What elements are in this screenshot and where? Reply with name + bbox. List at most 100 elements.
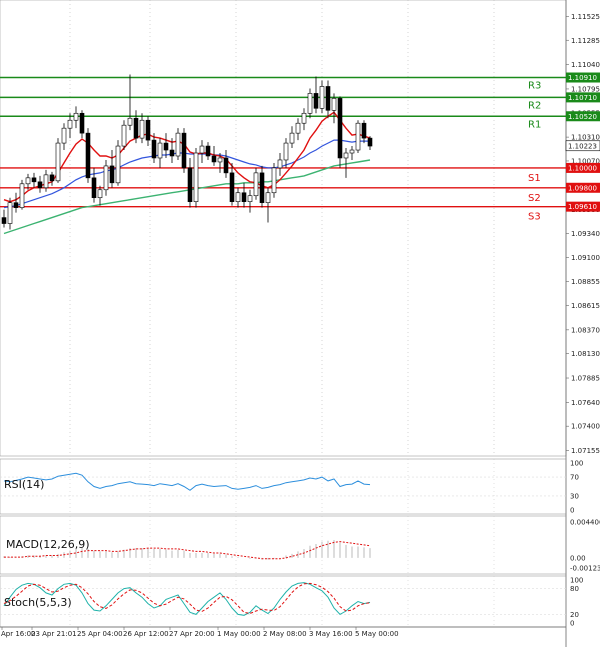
candle-body: [199, 145, 205, 154]
time-tick-label: 26 Apr 12:00: [123, 630, 169, 638]
candle-body: [187, 167, 193, 202]
candle-body: [55, 142, 61, 182]
level-price-label: 1.10520: [568, 113, 597, 121]
candle-body: [109, 165, 115, 184]
candle-body: [127, 117, 133, 126]
macd-axis-label: 0.004406: [570, 519, 600, 527]
rsi-title: RSI(14): [4, 478, 44, 491]
candle-body: [7, 202, 13, 224]
time-tick-label: 23 Apr 21:01: [31, 630, 77, 638]
level-name-label: S2: [528, 193, 541, 204]
level-name-label: S1: [528, 173, 541, 184]
candle-body: [133, 117, 139, 139]
candle-body: [181, 132, 187, 169]
level-name-label: R3: [528, 81, 541, 92]
candle-body: [331, 98, 337, 111]
price-tick-label: 1.11040: [571, 61, 600, 69]
price-tick-label: 1.07155: [571, 447, 600, 455]
candle-body: [43, 174, 49, 189]
price-tick-label: 1.11285: [571, 37, 600, 45]
candle-body: [97, 189, 103, 199]
candle-body: [91, 177, 97, 199]
candle-body: [121, 124, 127, 147]
candle-body: [169, 149, 175, 157]
time-tick-label: 5 May 00:00: [355, 630, 399, 638]
candle-body: [211, 155, 217, 163]
candle-body: [193, 152, 199, 202]
candle-body: [301, 112, 307, 124]
candle-body: [1, 217, 7, 224]
level-name-label: R2: [528, 100, 541, 111]
candle-body: [157, 142, 163, 159]
candle-body: [67, 119, 73, 129]
level-price-label: 1.10910: [568, 74, 597, 82]
rsi-axis-label: 30: [570, 492, 579, 500]
candle-body: [145, 119, 151, 141]
candle-body: [139, 119, 145, 139]
candle-body: [277, 159, 283, 169]
candle-body: [241, 192, 247, 202]
rsi-axis-label: 0: [570, 507, 574, 515]
candle-body: [319, 86, 325, 109]
level-price-label: 1.10710: [568, 94, 597, 102]
candle-body: [37, 181, 43, 189]
candle-body: [265, 192, 271, 203]
candle-body: [163, 142, 169, 151]
stoch-axis-label: 80: [570, 585, 579, 593]
candle-body: [31, 177, 37, 183]
level-price-label: 1.10000: [568, 164, 597, 172]
candle-body: [49, 174, 55, 182]
candle-body: [325, 86, 331, 111]
stoch-title: Stoch(5,5,3): [4, 596, 72, 609]
candle-body: [205, 145, 211, 157]
chart-window: 1.115251.112851.110401.107951.105551.103…: [0, 0, 600, 647]
price-tick-label: 1.10795: [571, 85, 600, 93]
level-name-label: S3: [528, 212, 541, 223]
candle-body: [367, 137, 373, 147]
price-tick-label: 1.08855: [571, 278, 600, 286]
candle-body: [295, 122, 301, 134]
level-price-label: 1.09610: [568, 203, 597, 211]
time-tick-label: 1 May 00:00: [217, 630, 261, 638]
candle-body: [259, 172, 265, 203]
stoch-axis-label: 20: [570, 611, 579, 619]
candle-body: [337, 98, 343, 159]
current-price-label: 1.10223: [568, 142, 597, 150]
rsi-axis-label: 70: [570, 474, 579, 482]
candle-body: [151, 139, 157, 159]
price-tick-label: 1.07885: [571, 375, 600, 383]
price-tick-label: 1.09340: [571, 230, 600, 238]
macd-axis-label: -0.001237: [570, 565, 600, 573]
candle-body: [79, 112, 85, 134]
candle-body: [361, 122, 367, 139]
candle-body: [73, 112, 79, 121]
candle-body: [223, 157, 229, 174]
time-tick-label: 25 Apr 04:00: [77, 630, 123, 638]
candle-body: [283, 142, 289, 161]
candle-body: [247, 195, 253, 202]
candle-body: [103, 165, 109, 191]
candle-body: [229, 172, 235, 202]
candle-body: [217, 157, 223, 163]
trading-chart: 1.115251.112851.110401.107951.105551.103…: [0, 0, 600, 647]
candle-body: [343, 152, 349, 159]
time-tick-label: 27 Apr 20:00: [169, 630, 215, 638]
candle-body: [61, 127, 67, 144]
time-tick-label: 2 May 08:00: [263, 630, 307, 638]
candle-body: [271, 167, 277, 194]
price-tick-label: 1.08130: [571, 350, 600, 358]
price-tick-label: 1.10310: [571, 134, 600, 142]
level-name-label: R1: [528, 119, 541, 130]
stoch-axis-label: 100: [570, 577, 583, 585]
candle-body: [115, 145, 121, 184]
candle-body: [85, 132, 91, 179]
candle-body: [253, 172, 259, 197]
price-tick-label: 1.08615: [571, 302, 600, 310]
level-price-label: 1.09800: [568, 184, 597, 192]
candle-body: [25, 177, 31, 185]
candle-body: [313, 93, 319, 109]
price-tick-label: 1.08370: [571, 326, 600, 334]
macd-title: MACD(12,26,9): [6, 538, 90, 551]
candle-body: [13, 202, 19, 208]
candle-body: [235, 192, 241, 202]
